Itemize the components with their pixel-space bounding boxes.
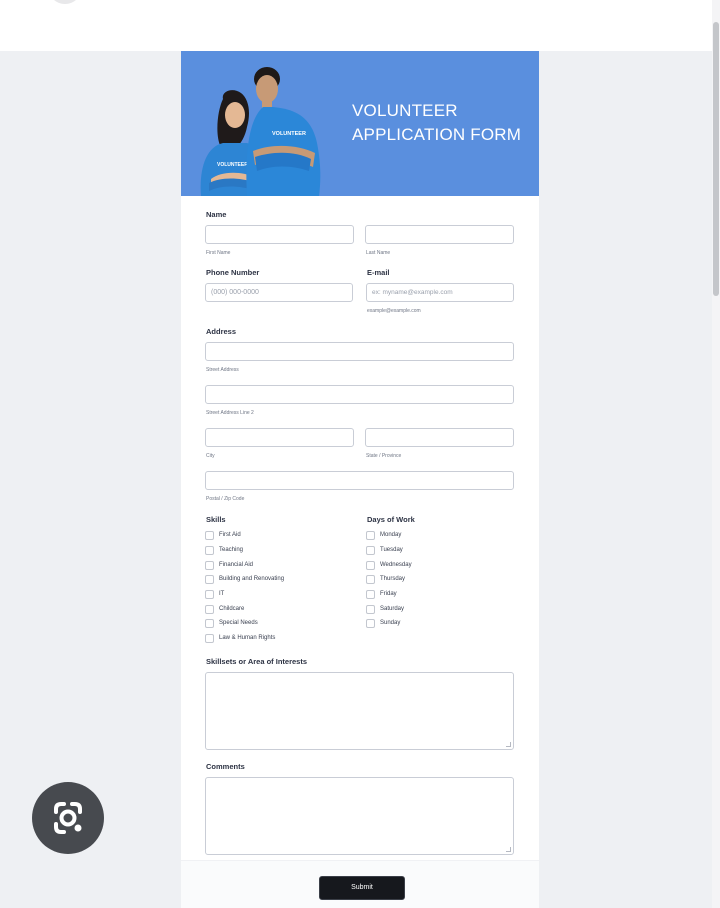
checkbox[interactable]: [205, 618, 214, 628]
email-input[interactable]: ex: myname@example.com: [366, 283, 514, 302]
skill-option-label: IT: [219, 591, 225, 597]
checkbox[interactable]: [366, 530, 375, 540]
checkbox[interactable]: [366, 589, 375, 599]
checkbox[interactable]: [205, 574, 214, 584]
last-name-sublabel: Last Name: [366, 250, 391, 256]
skill-option-label: Special Needs: [219, 620, 258, 626]
shirt-print-right: VOLUNTEER: [272, 131, 306, 137]
street-address-line2-sublabel: Street Address Line 2: [206, 410, 254, 416]
first-name-sublabel: First Name: [206, 250, 231, 256]
skill-option[interactable]: First Aid: [205, 530, 241, 540]
skill-option[interactable]: IT: [205, 589, 224, 599]
form-title-line1: VOLUNTEER: [352, 101, 458, 120]
checkbox[interactable]: [366, 604, 375, 614]
street-address-sublabel: Street Address: [206, 367, 239, 373]
address-label: Address: [206, 327, 237, 336]
skill-option-label: Teaching: [219, 547, 244, 553]
skill-option-label: Building and Renovating: [219, 576, 285, 582]
day-option[interactable]: Tuesday: [366, 545, 403, 555]
day-option-label: Tuesday: [380, 547, 403, 553]
comments-label: Comments: [206, 762, 245, 771]
name-label: Name: [206, 210, 227, 219]
day-option-label: Saturday: [380, 606, 405, 612]
scrollbar[interactable]: [712, 0, 720, 908]
comments-textarea[interactable]: [205, 777, 514, 855]
day-option[interactable]: Wednesday: [366, 560, 412, 570]
form-header-banner: VOLUNTEER VOLUNTEER VOLUNTEER APPLICATIO…: [181, 51, 539, 196]
day-option-label: Friday: [380, 591, 397, 597]
avatar: [48, 0, 82, 4]
checkbox[interactable]: [205, 530, 214, 540]
shirt-print-left: VOLUNTEER: [217, 162, 248, 168]
email-label: E-mail: [367, 268, 390, 277]
volunteers-photo: VOLUNTEER VOLUNTEER: [200, 67, 321, 196]
google-lens-icon: [54, 802, 82, 834]
phone-input[interactable]: (000) 000-0000: [205, 283, 353, 302]
top-bar: [0, 0, 720, 51]
checkbox[interactable]: [205, 560, 214, 570]
day-option[interactable]: Thursday: [366, 574, 405, 584]
state-sublabel: State / Province: [366, 453, 402, 459]
day-option-label: Sunday: [380, 620, 401, 626]
city-input[interactable]: [205, 428, 354, 447]
interests-label: Skillsets or Area of Interests: [206, 657, 308, 666]
day-option[interactable]: Monday: [366, 530, 401, 540]
skill-option[interactable]: Teaching: [205, 545, 243, 555]
email-sublabel: example@example.com: [367, 308, 421, 314]
checkbox[interactable]: [205, 545, 214, 555]
day-option[interactable]: Saturday: [366, 604, 404, 614]
skill-option-label: Childcare: [219, 606, 245, 612]
scrollbar-thumb[interactable]: [713, 22, 719, 296]
resize-handle-icon[interactable]: [506, 847, 511, 852]
volunteer-form: VOLUNTEER VOLUNTEER VOLUNTEER APPLICATIO…: [181, 51, 539, 908]
checkbox[interactable]: [366, 574, 375, 584]
form-title: VOLUNTEER APPLICATION FORM: [352, 99, 532, 147]
skill-option-label: Financial Aid: [219, 562, 254, 568]
postal-code-sublabel: Postal / Zip Code: [206, 496, 245, 502]
skills-label: Skills: [206, 515, 226, 524]
street-address-input[interactable]: [205, 342, 514, 361]
resize-handle-icon[interactable]: [506, 742, 511, 747]
day-option[interactable]: Sunday: [366, 618, 400, 628]
form-footer: Submit: [181, 860, 539, 908]
form-title-line2: APPLICATION FORM: [352, 125, 522, 144]
phone-label: Phone Number: [206, 268, 260, 277]
skill-option-label: Law & Human Rights: [219, 635, 276, 641]
skill-option[interactable]: Special Needs: [205, 618, 258, 628]
street-address-line2-input[interactable]: [205, 385, 514, 404]
skill-option[interactable]: Financial Aid: [205, 560, 253, 570]
checkbox[interactable]: [205, 604, 214, 614]
day-option-label: Thursday: [380, 576, 406, 582]
checkbox[interactable]: [205, 633, 214, 643]
skill-option[interactable]: Law & Human Rights: [205, 633, 275, 643]
skill-option[interactable]: Childcare: [205, 604, 244, 614]
skill-option[interactable]: Building and Renovating: [205, 574, 284, 584]
day-option[interactable]: Friday: [366, 589, 397, 599]
skill-option-label: First Aid: [219, 532, 241, 538]
checkbox[interactable]: [366, 545, 375, 555]
checkbox[interactable]: [205, 589, 214, 599]
days-of-work-label: Days of Work: [367, 515, 415, 524]
google-lens-button[interactable]: [32, 782, 104, 854]
state-input[interactable]: [365, 428, 514, 447]
last-name-input[interactable]: [365, 225, 514, 244]
city-sublabel: City: [206, 453, 215, 459]
interests-textarea[interactable]: [205, 672, 514, 750]
submit-button[interactable]: Submit: [319, 876, 405, 900]
checkbox[interactable]: [366, 618, 375, 628]
first-name-input[interactable]: [205, 225, 354, 244]
checkbox[interactable]: [366, 560, 375, 570]
day-option-label: Monday: [380, 532, 402, 538]
day-option-label: Wednesday: [380, 562, 412, 568]
postal-code-input[interactable]: [205, 471, 514, 490]
